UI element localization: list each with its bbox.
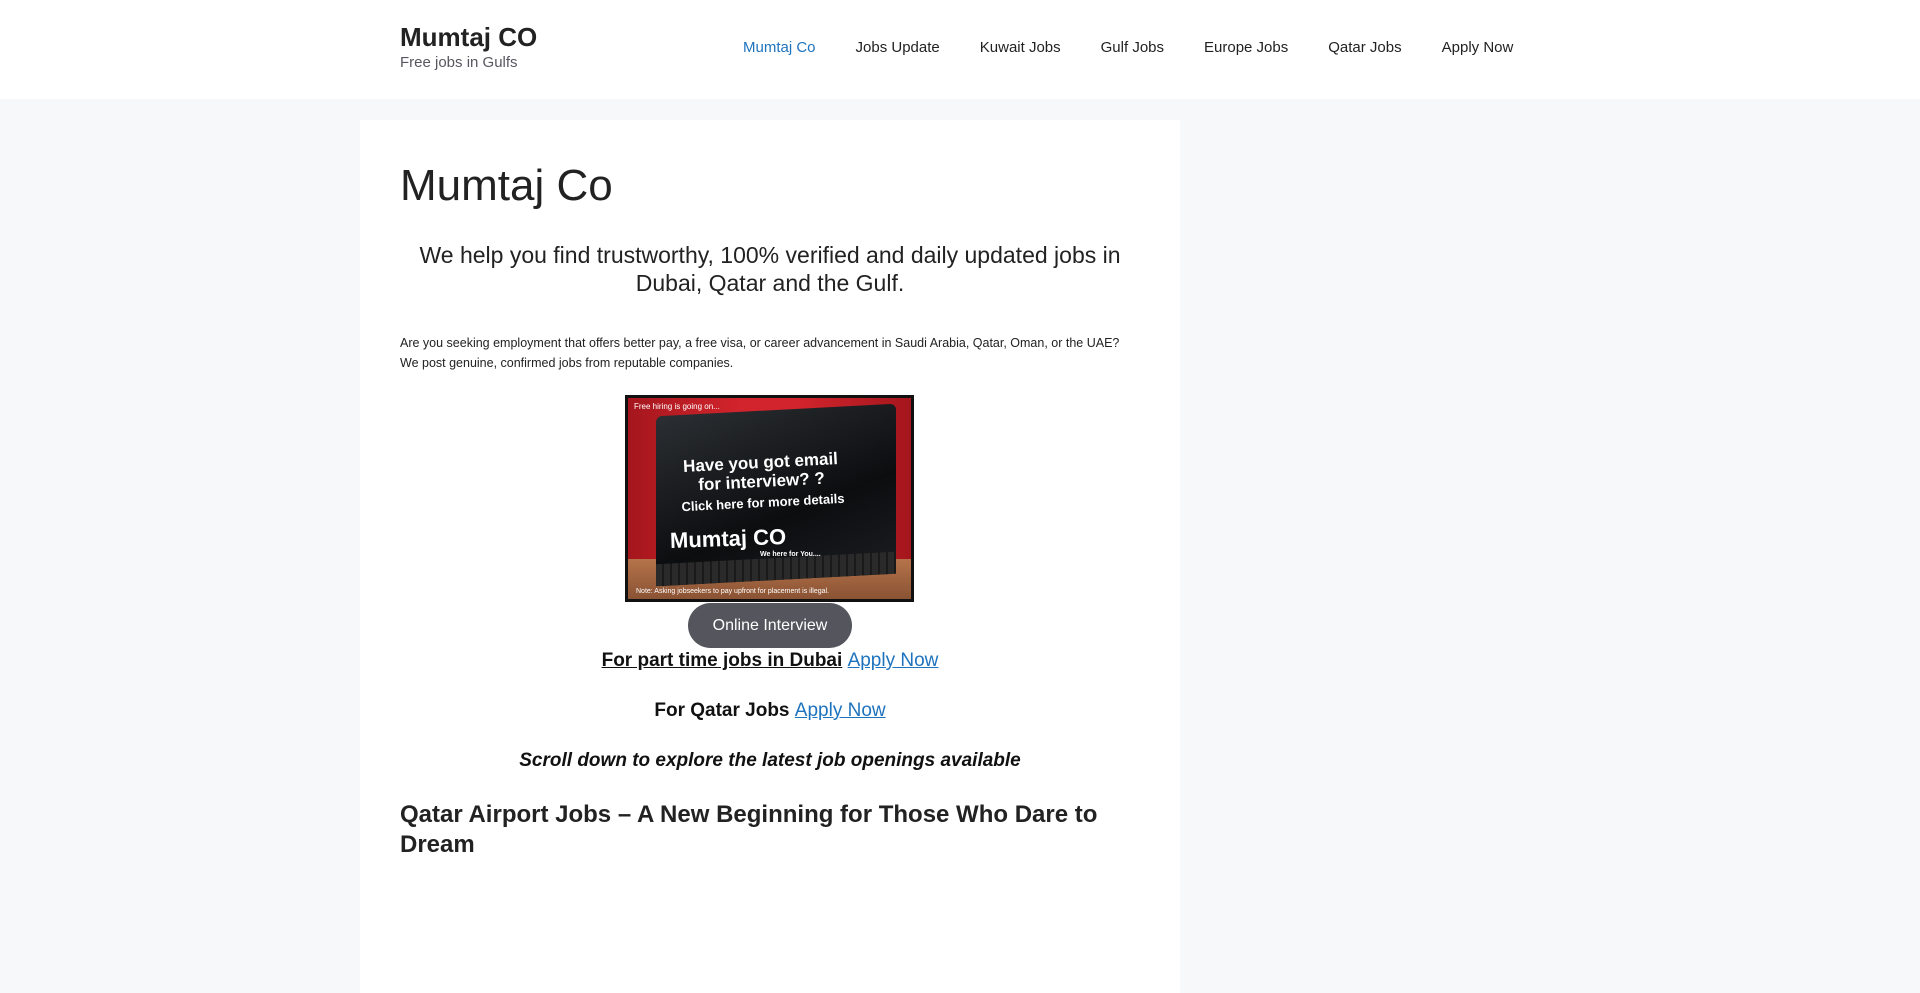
qatar-jobs-label: For Qatar Jobs	[654, 700, 790, 721]
image-tagline-text: We here for You....	[760, 551, 821, 558]
nav-item-jobs-update[interactable]: Jobs Update	[836, 38, 960, 58]
qatar-jobs-line: For Qatar Jobs Apply Now	[400, 700, 1140, 722]
scroll-note: Scroll down to explore the latest job op…	[519, 750, 1021, 771]
nav-item-mumtaj-co[interactable]: Mumtaj Co	[723, 38, 836, 58]
nav-item-gulf-jobs[interactable]: Gulf Jobs	[1081, 38, 1184, 58]
lead-heading: We help you find trustworthy, 100% verif…	[419, 242, 1121, 296]
nav-item-kuwait-jobs[interactable]: Kuwait Jobs	[960, 38, 1081, 58]
part-time-jobs-line: For part time jobs in Dubai Apply Now	[400, 650, 1140, 672]
image-brand-text: Mumtaj CO	[669, 523, 787, 554]
nav-item-europe-jobs[interactable]: Europe Jobs	[1184, 38, 1308, 58]
part-time-apply-link[interactable]: Apply Now	[848, 650, 939, 671]
main-navigation: Mumtaj Co Jobs Update Kuwait Jobs Gulf J…	[723, 38, 1533, 58]
site-branding: Mumtaj CO Free jobs in Gulfs	[400, 22, 537, 71]
content-area: Mumtaj Co We help you find trustworthy, …	[360, 120, 1180, 993]
qatar-apply-link[interactable]: Apply Now	[795, 700, 886, 721]
image-top-text: Free hiring is going on...	[634, 402, 720, 411]
nav-item-apply-now[interactable]: Apply Now	[1422, 38, 1534, 58]
intro-paragraph: Are you seeking employment that offers b…	[400, 336, 1120, 370]
site-header: Mumtaj CO Free jobs in Gulfs Mumtaj Co J…	[0, 0, 1920, 99]
online-interview-button[interactable]: Online Interview	[688, 603, 852, 648]
part-time-jobs-label[interactable]: For part time jobs in Dubai	[602, 650, 843, 671]
interview-promo-image[interactable]: Free hiring is going on... Have you got …	[625, 395, 914, 602]
nav-item-qatar-jobs[interactable]: Qatar Jobs	[1308, 38, 1421, 58]
site-description: Free jobs in Gulfs	[400, 54, 518, 71]
post-title[interactable]: Qatar Airport Jobs – A New Beginning for…	[400, 800, 1160, 860]
page-title: Mumtaj Co	[400, 161, 613, 210]
image-note-text: Note: Asking jobseekers to pay upfront f…	[636, 588, 829, 595]
site-title[interactable]: Mumtaj CO	[400, 22, 537, 52]
